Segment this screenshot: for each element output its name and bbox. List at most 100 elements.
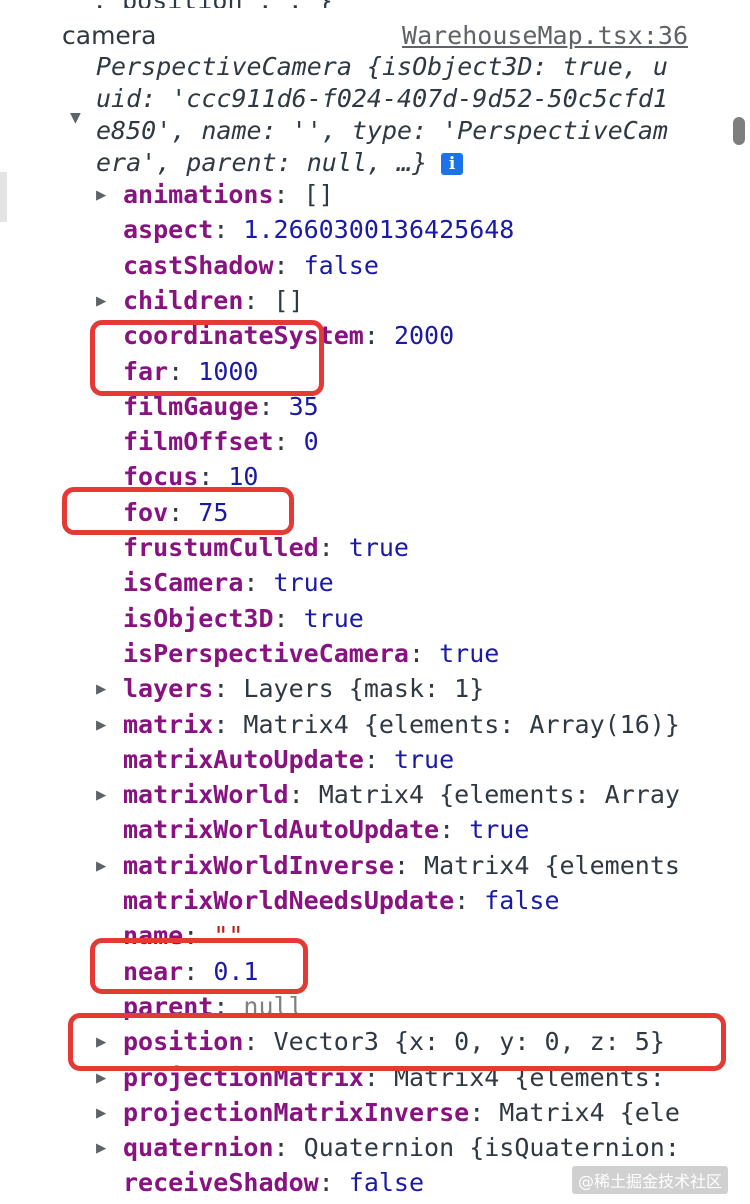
property-key: isObject3D bbox=[123, 604, 274, 633]
property-separator: : bbox=[288, 780, 319, 809]
highlight-box-position bbox=[68, 1013, 726, 1071]
property-separator: : bbox=[258, 392, 289, 421]
property-key: filmGauge bbox=[123, 392, 259, 421]
gutter-marker bbox=[0, 172, 7, 222]
property-key: isPerspectiveCamera bbox=[123, 639, 409, 668]
property-key: aspect bbox=[123, 215, 214, 244]
property-key: children bbox=[123, 286, 244, 315]
property-separator: : bbox=[273, 604, 304, 633]
property-value: Layers {mask: 1} bbox=[243, 674, 485, 703]
property-key: animations bbox=[123, 180, 274, 209]
summary-line-4-text: era', parent: null, …} bbox=[96, 148, 428, 177]
property-key: layers bbox=[123, 674, 214, 703]
triangle-right-icon[interactable]: ▶ bbox=[96, 709, 123, 741]
property-value: true bbox=[393, 745, 455, 774]
property-separator: : bbox=[469, 1098, 500, 1127]
property-value: Matrix4 {elements: Array(16)} bbox=[243, 710, 680, 739]
property-row-children[interactable]: ▶ children: [] bbox=[96, 285, 704, 317]
property-key: frustumCulled bbox=[123, 533, 319, 562]
property-value: true bbox=[439, 639, 500, 668]
previous-log-line: , position , , } bbox=[0, 0, 750, 8]
property-row-projectionMatrixInverse[interactable]: ▶ projectionMatrixInverse: Matrix4 {ele bbox=[96, 1097, 704, 1129]
property-value: false bbox=[348, 1168, 425, 1197]
property-separator: : bbox=[213, 215, 244, 244]
property-row-matrix[interactable]: ▶ matrix: Matrix4 {elements: Array(16)} bbox=[96, 709, 704, 741]
property-key: quaternion bbox=[123, 1133, 274, 1162]
property-row-matrixWorldNeedsUpdate: matrixWorldNeedsUpdate: false bbox=[96, 885, 704, 917]
property-separator: : bbox=[273, 427, 304, 456]
property-value: Matrix4 {ele bbox=[499, 1098, 680, 1127]
property-key: matrixAutoUpdate bbox=[123, 745, 364, 774]
triangle-down-icon[interactable]: ▼ bbox=[70, 107, 81, 128]
devtools-console: , position , , } camera WarehouseMap.tsx… bbox=[0, 0, 750, 1204]
property-value: 1.2660300136425648 bbox=[243, 215, 515, 244]
object-summary-line-4[interactable]: era', parent: null, …} i bbox=[96, 147, 702, 179]
property-row-isPerspectiveCamera: isPerspectiveCamera: true bbox=[96, 638, 704, 670]
property-separator: : bbox=[213, 674, 244, 703]
property-key: matrixWorldInverse bbox=[123, 851, 394, 880]
property-value: true bbox=[469, 815, 530, 844]
property-key: castShadow bbox=[123, 251, 274, 280]
highlight-box-far bbox=[90, 320, 324, 396]
property-value: 0 bbox=[303, 427, 319, 456]
summary-rest: {isObject3D: true, u bbox=[351, 52, 668, 81]
property-key: matrixWorldNeedsUpdate bbox=[123, 886, 455, 915]
property-row-matrixWorldInverse[interactable]: ▶ matrixWorldInverse: Matrix4 {elements bbox=[96, 850, 704, 882]
highlight-box-fov bbox=[62, 487, 294, 535]
property-value: true bbox=[348, 533, 409, 562]
source-link[interactable]: WarehouseMap.tsx:36 bbox=[402, 20, 688, 52]
property-value: [] bbox=[303, 180, 334, 209]
object-summary-line-1[interactable]: PerspectiveCamera {isObject3D: true, u bbox=[96, 51, 702, 83]
property-value: false bbox=[303, 251, 379, 280]
property-value: Matrix4 {elements: Array bbox=[318, 780, 680, 809]
property-separator: : bbox=[318, 1168, 349, 1197]
property-row-castShadow: castShadow: false bbox=[96, 250, 704, 282]
property-separator: : bbox=[393, 851, 425, 880]
property-value: true bbox=[303, 604, 364, 633]
class-name: PerspectiveCamera bbox=[96, 52, 352, 81]
property-row-frustumCulled: frustumCulled: true bbox=[96, 532, 704, 564]
triangle-right-icon[interactable]: ▶ bbox=[96, 779, 123, 811]
property-row-isCamera: isCamera: true bbox=[96, 567, 704, 599]
log-label: camera bbox=[62, 21, 157, 50]
property-key: matrix bbox=[123, 710, 214, 739]
property-key: receiveShadow bbox=[123, 1168, 319, 1197]
property-separator: : bbox=[243, 568, 274, 597]
property-value: 2000 bbox=[393, 321, 455, 350]
property-key: matrixWorldAutoUpdate bbox=[123, 815, 440, 844]
triangle-right-icon[interactable]: ▶ bbox=[96, 1097, 123, 1129]
property-row-quaternion[interactable]: ▶ quaternion: Quaternion {isQuaternion: bbox=[96, 1132, 704, 1164]
info-icon[interactable]: i bbox=[441, 153, 464, 175]
highlight-box-near bbox=[90, 938, 308, 994]
scrollbar-thumb[interactable] bbox=[733, 117, 745, 145]
property-row-animations[interactable]: ▶ animations: [] bbox=[96, 179, 704, 211]
property-separator: : bbox=[439, 815, 470, 844]
property-separator: : bbox=[243, 286, 274, 315]
triangle-right-icon[interactable]: ▶ bbox=[96, 673, 123, 705]
triangle-right-icon[interactable]: ▶ bbox=[96, 1132, 123, 1164]
property-row-aspect: aspect: 1.2660300136425648 bbox=[96, 214, 704, 246]
property-row-matrixAutoUpdate: matrixAutoUpdate: true bbox=[96, 744, 704, 776]
property-separator: : bbox=[273, 251, 304, 280]
property-value: 35 bbox=[288, 392, 319, 421]
property-separator: : bbox=[454, 886, 485, 915]
property-key: projectionMatrixInverse bbox=[123, 1098, 470, 1127]
property-row-matrixWorld[interactable]: ▶ matrixWorld: Matrix4 {elements: Array bbox=[96, 779, 704, 811]
triangle-right-icon[interactable]: ▶ bbox=[96, 179, 123, 211]
property-row-matrixWorldAutoUpdate: matrixWorldAutoUpdate: true bbox=[96, 814, 704, 846]
property-value: true bbox=[273, 568, 334, 597]
property-value: Matrix4 {elements bbox=[424, 851, 680, 880]
object-summary-line-3[interactable]: e850', name: '', type: 'PerspectiveCam bbox=[96, 115, 702, 147]
object-summary-line-2[interactable]: uid: 'ccc911d6-f024-407d-9d52-50c5cfd1 bbox=[96, 83, 702, 115]
property-row-layers[interactable]: ▶ layers: Layers {mask: 1} bbox=[96, 673, 704, 705]
triangle-right-icon[interactable]: ▶ bbox=[96, 285, 123, 317]
property-key: matrixWorld bbox=[123, 780, 289, 809]
property-key: isCamera bbox=[123, 568, 244, 597]
property-separator: : bbox=[363, 321, 394, 350]
property-row-isObject3D: isObject3D: true bbox=[96, 603, 704, 635]
property-separator: : bbox=[273, 1133, 304, 1162]
property-separator: : bbox=[408, 639, 440, 668]
property-value: false bbox=[484, 886, 560, 915]
triangle-right-icon[interactable]: ▶ bbox=[96, 850, 123, 882]
watermark: @稀土掘金技术社区 bbox=[571, 1166, 728, 1194]
